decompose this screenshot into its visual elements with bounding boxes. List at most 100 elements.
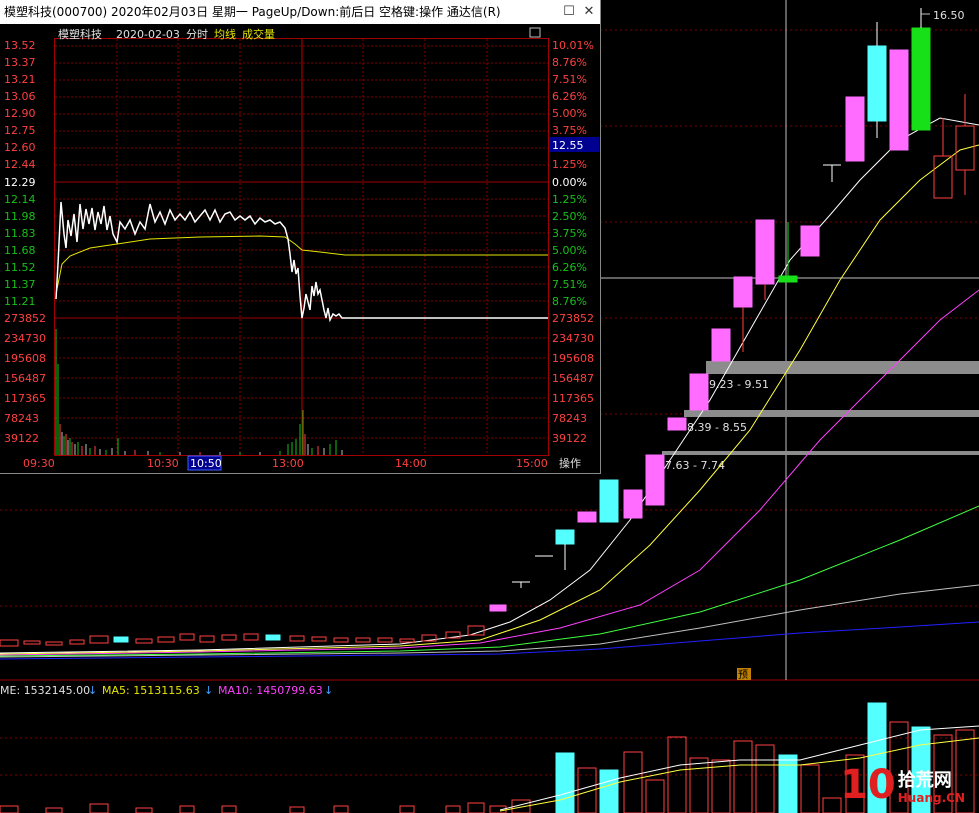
candle (623, 489, 643, 519)
zone-label: 8.39 - 8.55 (687, 421, 747, 434)
pct-label: 8.76% (552, 295, 587, 308)
price-label: 12.90 (4, 107, 36, 120)
volume-axis-label: 234730 (552, 332, 594, 345)
candle (399, 638, 415, 643)
chip-zone-bar (706, 361, 979, 374)
legend-avg-line: 均线 (214, 27, 236, 41)
candle (845, 96, 865, 162)
forecast-marker-label: 预 (738, 669, 748, 681)
ma10-arrow-icon: ↓ (324, 684, 333, 697)
intraday-popup-window[interactable]: 模塑科技(000700) 2020年02月03日 星期一 PageUp/Down… (0, 0, 601, 474)
expand-icon[interactable] (529, 27, 541, 38)
candle (89, 635, 109, 644)
candle (0, 639, 19, 647)
candle (333, 637, 349, 643)
pct-label: 1.25% (552, 158, 587, 171)
time-label: 15:00 (516, 457, 548, 470)
zone-label: 9.23 - 9.51 (709, 378, 769, 391)
candle (179, 633, 195, 641)
candle (265, 634, 281, 641)
candle (69, 639, 85, 645)
volume-bars (0, 702, 975, 813)
ma5-arrow-icon: ↓ (204, 684, 213, 697)
high-price-label: 16.50 (933, 9, 965, 22)
restore-icon[interactable]: ☐ (560, 0, 578, 24)
pct-label: 5.00% (552, 107, 587, 120)
chip-zones (662, 361, 979, 455)
time-label-cursor: 10:50 (190, 457, 222, 470)
candle (489, 604, 507, 612)
price-label: 11.83 (4, 227, 36, 240)
header-date: 2020-02-03 (116, 28, 180, 41)
volume-axis-label: 273852 (552, 312, 594, 325)
candle (243, 633, 259, 641)
price-label: 13.52 (4, 39, 36, 52)
price-label: 12.14 (4, 193, 36, 206)
price-label: 11.52 (4, 261, 36, 274)
watermark-cn: 拾荒网 (897, 770, 952, 791)
pct-label: 8.76% (552, 56, 587, 69)
candle (45, 641, 63, 646)
price-label-base: 12.29 (4, 176, 36, 189)
candle (667, 417, 687, 431)
pct-label: 5.00% (552, 244, 587, 257)
candle (955, 125, 975, 171)
popup-titlebar[interactable]: 模塑科技(000700) 2020年02月03日 星期一 PageUp/Down… (0, 0, 600, 24)
candle (221, 634, 237, 641)
volume-axis-label: 117365 (552, 392, 594, 405)
watermark-logo: 10 拾荒网 Huang.CN (840, 765, 965, 805)
chip-zone-bar (662, 451, 979, 455)
volume-axis-label: 195608 (552, 352, 594, 365)
price-label: 12.44 (4, 158, 36, 171)
candle (778, 275, 798, 283)
volume-axis-label: 273852 (4, 312, 46, 325)
price-label: 12.60 (4, 141, 36, 154)
candle (311, 636, 327, 642)
pct-label: 6.26% (552, 261, 587, 274)
candle (889, 49, 909, 151)
price-label: 11.21 (4, 295, 36, 308)
candle (157, 636, 175, 643)
zone-label: 7.63 - 7.74 (665, 459, 725, 472)
ma250-line (0, 621, 979, 660)
candle (289, 635, 305, 642)
candle (199, 635, 215, 643)
candle (867, 45, 887, 122)
ma60-line (0, 505, 979, 657)
intraday-chart[interactable]: 模塑科技 2020-02-03 分时 均线 成交量 13.52 13.37 13… (0, 24, 600, 473)
candle (135, 638, 153, 644)
time-label: 09:30 (23, 457, 55, 470)
volume-axis-label: 78243 (552, 412, 587, 425)
pct-label: 3.75% (552, 227, 587, 240)
watermark-en: Huang.CN (897, 791, 965, 805)
candle (555, 529, 575, 545)
pct-label: 6.26% (552, 90, 587, 103)
volume-axis-label: 39122 (4, 432, 39, 445)
candle (599, 479, 619, 523)
volume-axis-label: 156487 (4, 372, 46, 385)
candle (733, 276, 753, 308)
candle (755, 219, 775, 285)
ma5-value-label: MA5: 1513115.63 (102, 684, 200, 697)
vol-value-label: ME: 1532145.00 (0, 684, 90, 697)
candle (23, 640, 41, 645)
time-label: 14:00 (395, 457, 427, 470)
legend-volume: 成交量 (242, 27, 275, 41)
header-stock-name: 模塑科技 (58, 27, 102, 41)
candle (800, 225, 820, 257)
price-label: 13.37 (4, 56, 36, 69)
popup-title: 模塑科技(000700) 2020年02月03日 星期一 PageUp/Down… (4, 5, 501, 19)
intraday-volume-bars (55, 329, 343, 455)
close-icon[interactable]: ✕ (580, 0, 598, 24)
price-label: 13.21 (4, 73, 36, 86)
candle (689, 373, 709, 411)
operate-button[interactable]: 操作 (559, 456, 581, 470)
price-label: 13.06 (4, 90, 36, 103)
ma120-line (0, 584, 979, 658)
candle (911, 27, 931, 131)
price-label: 11.98 (4, 210, 36, 223)
time-label: 13:00 (272, 457, 304, 470)
volume-axis-label: 117365 (4, 392, 46, 405)
volume-axis-label: 234730 (4, 332, 46, 345)
candle (113, 636, 129, 643)
